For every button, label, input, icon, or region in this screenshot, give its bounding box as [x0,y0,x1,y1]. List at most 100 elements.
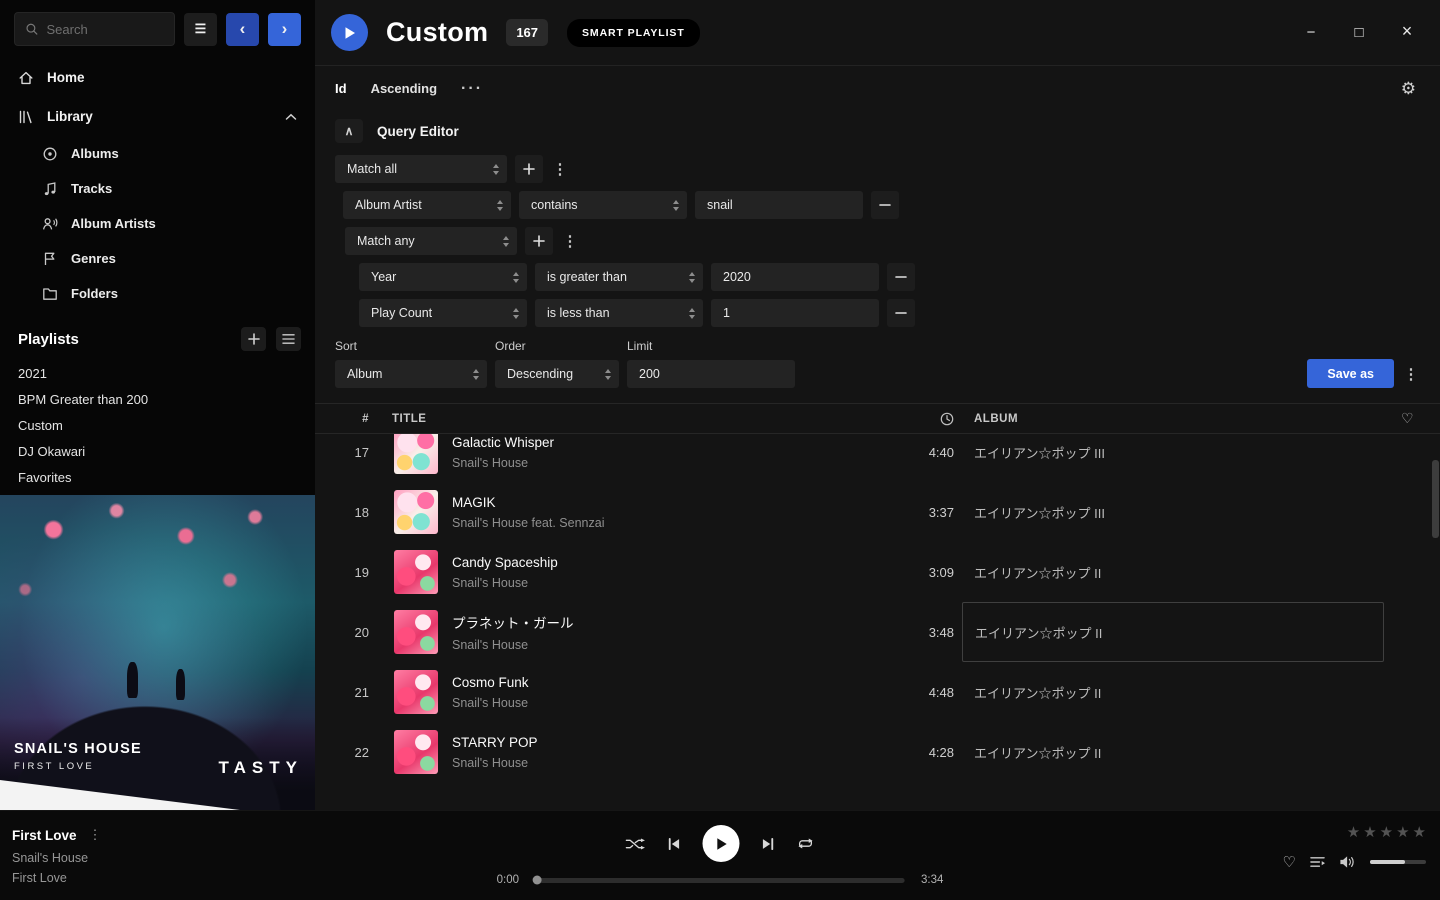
select-arrows-icon [673,200,679,211]
track-row[interactable]: 20 プラネット・ガール Snail's House 3:48 エイリアン☆ポッ… [315,602,1440,662]
play-icon [344,26,356,40]
forward-button[interactable]: › [268,13,301,46]
playlist-view-button[interactable] [276,327,301,351]
select-value: is greater than [547,270,627,284]
repeat-button[interactable] [797,837,815,850]
select-value: Play Count [371,306,432,320]
track-artist: Snail's House [452,696,884,710]
star-icon[interactable]: ★ [1396,823,1409,841]
play-playlist-button[interactable] [331,14,368,51]
remove-rule-button[interactable] [887,299,915,327]
rule-value-input[interactable] [711,299,879,327]
star-icon[interactable]: ★ [1363,823,1376,841]
volume-fill [1370,860,1405,864]
star-icon[interactable]: ★ [1413,823,1426,841]
maximize-button[interactable]: □ [1350,24,1368,41]
track-row[interactable]: 22 STARRY POP Snail's House 4:28 エイリアン☆ポ… [315,722,1440,782]
close-button[interactable]: × [1398,24,1416,41]
next-icon [762,837,775,851]
order-select[interactable]: Descending [495,360,619,388]
more-options-button[interactable]: ··· [461,80,483,98]
search-input[interactable] [47,22,164,37]
queue-button[interactable] [1310,855,1325,869]
seek-handle[interactable] [533,876,542,885]
select-value: Match any [357,234,415,248]
sidebar-item-label: Albums [71,146,119,161]
sidebar-item-genres[interactable]: Genres [0,241,315,276]
search-box[interactable] [14,12,175,46]
search-icon [25,21,39,37]
column-duration[interactable] [884,412,954,426]
rule-value-input[interactable] [711,263,879,291]
artwork-artist: SNAIL'S HOUSE [14,741,142,757]
menu-button[interactable]: ☰ [184,13,217,46]
sidebar-item-library[interactable]: Library [0,97,315,136]
track-row[interactable]: 21 Cosmo Funk Snail's House 4:48 エイリアン☆ポ… [315,662,1440,722]
previous-button[interactable] [668,837,681,851]
sort-toolbar: Id Ascending ··· ⚙ [315,66,1440,111]
track-duration: 4:48 [884,685,954,700]
heart-icon[interactable]: ♡ [1401,410,1414,427]
add-rule-button[interactable] [515,155,543,183]
scrollbar-thumb[interactable] [1432,460,1439,538]
track-options-button[interactable]: ⋮ [89,827,102,843]
minus-icon [895,307,907,319]
column-number[interactable]: # [315,413,375,425]
volume-slider[interactable] [1370,860,1426,864]
star-icon[interactable]: ★ [1380,823,1393,841]
rule-operator-select[interactable]: is less than [535,299,703,327]
add-group-rule-button[interactable] [525,227,553,255]
minimize-button[interactable]: − [1302,24,1320,41]
save-options-button[interactable]: ⋮ [1402,359,1420,388]
track-row[interactable]: 19 Candy Spaceship Snail's House 3:09 エイ… [315,542,1440,602]
play-pause-button[interactable] [703,825,740,862]
rule-options-button[interactable]: ⋮ [551,155,569,183]
collapse-query-editor-button[interactable]: ∧ [335,119,363,143]
group-options-button[interactable]: ⋮ [561,227,579,255]
artwork-figure [127,662,138,698]
remove-rule-button[interactable] [871,191,899,219]
rule-value-input[interactable] [695,191,863,219]
star-icon[interactable]: ★ [1347,823,1360,841]
limit-input[interactable] [627,360,795,388]
seek-bar[interactable] [535,878,905,883]
track-row[interactable]: 17 Galactic Whisper Snail's House 4:40 エ… [315,434,1440,482]
track-row[interactable]: 18 MAGIK Snail's House feat. Sennzai 3:3… [315,482,1440,542]
add-playlist-button[interactable] [241,327,266,351]
remove-rule-button[interactable] [887,263,915,291]
playlist-item[interactable]: DJ Okawari [0,438,315,464]
rule-operator-select[interactable]: is greater than [535,263,703,291]
rule-operator-select[interactable]: contains [519,191,687,219]
shuffle-icon [626,837,646,851]
column-title[interactable]: TITLE [375,413,884,425]
sort-settings-row: Sort Album Order Descending Limit Save a… [315,327,1440,388]
sidebar-item-folders[interactable]: Folders [0,276,315,311]
track-number: 22 [315,745,375,760]
volume-button[interactable] [1339,855,1356,869]
sort-direction-button[interactable]: Ascending [371,81,437,96]
group-match-mode-select[interactable]: Match any [345,227,517,255]
playlist-item[interactable]: 2021 [0,360,315,386]
focused-album-cell[interactable]: エイリアン☆ポップ II [962,602,1384,662]
sidebar-item-tracks[interactable]: Tracks [0,171,315,206]
match-mode-select[interactable]: Match all [335,155,507,183]
back-button[interactable]: ‹ [226,13,259,46]
next-button[interactable] [762,837,775,851]
sort-field-button[interactable]: Id [335,81,347,96]
save-as-button[interactable]: Save as [1307,359,1394,388]
column-album[interactable]: ALBUM ♡ [954,410,1414,427]
favorite-button[interactable]: ♡ [1283,853,1296,871]
sidebar-item-home[interactable]: Home [0,58,315,97]
shuffle-button[interactable] [626,837,646,851]
sidebar-item-albums[interactable]: Albums [0,136,315,171]
rule-field-select[interactable]: Play Count [359,299,527,327]
playlist-item[interactable]: Custom [0,412,315,438]
collapse-chevron-icon[interactable] [285,113,297,121]
playlist-item[interactable]: Favorites [0,464,315,490]
rule-field-select[interactable]: Album Artist [343,191,511,219]
rule-field-select[interactable]: Year [359,263,527,291]
playlist-item[interactable]: BPM Greater than 200 [0,386,315,412]
gear-icon[interactable]: ⚙ [1401,79,1416,99]
sort-by-select[interactable]: Album [335,360,487,388]
sidebar-item-album-artists[interactable]: Album Artists [0,206,315,241]
